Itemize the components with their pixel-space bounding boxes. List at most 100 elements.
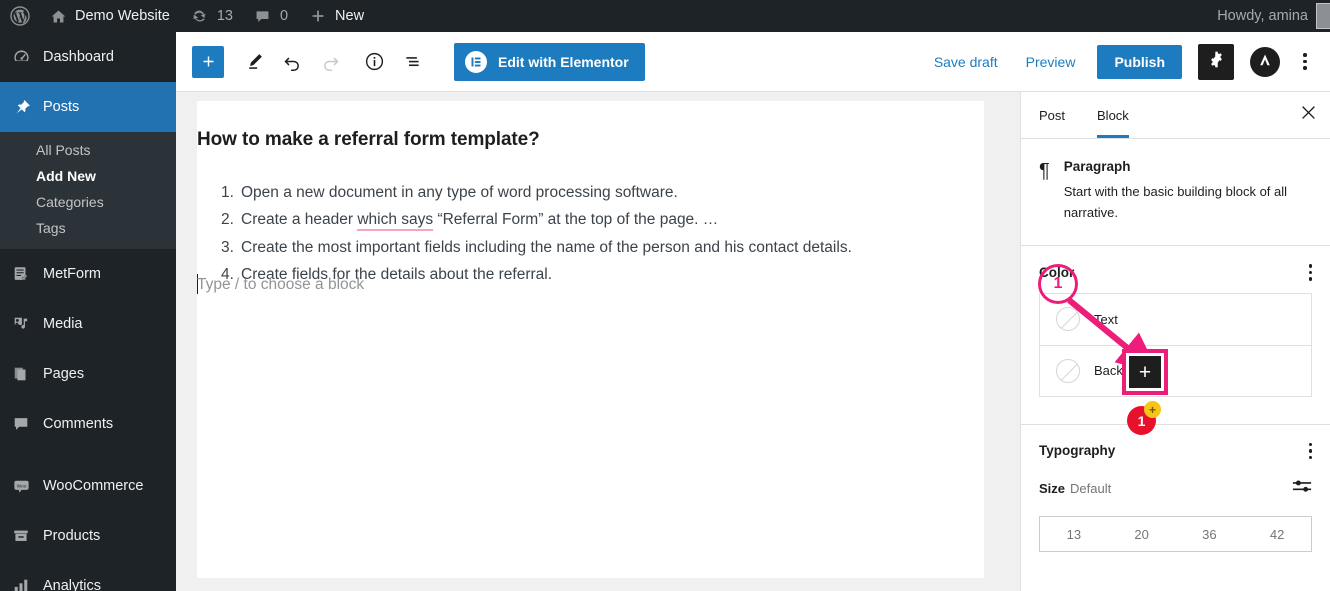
save-draft-button[interactable]: Save draft: [922, 46, 1010, 78]
tab-block[interactable]: Block: [1081, 92, 1145, 138]
annotation-badge-plus: +: [1148, 402, 1156, 417]
sidebar-item-label: Comments: [43, 416, 114, 432]
aioseo-button[interactable]: [1250, 46, 1280, 77]
sidebar-item-analytics[interactable]: Analytics: [0, 561, 176, 591]
editor-header: Edit with Elementor Save draft Preview P…: [176, 32, 1330, 92]
sidebar-item-tags[interactable]: Tags: [0, 215, 176, 241]
list-item[interactable]: 2. Create a header which says “Referral F…: [221, 206, 852, 233]
font-size-row: Size Default: [1021, 471, 1330, 505]
media-icon: [11, 314, 31, 334]
paragraph-icon: ¶: [1039, 160, 1050, 182]
annotation-step-1-circle: 1: [1038, 264, 1078, 304]
font-size-preset-small[interactable]: 13: [1040, 527, 1108, 542]
sidebar-tabs: Post Block: [1021, 92, 1330, 139]
block-info-card: ¶ Paragraph Start with the basic buildin…: [1021, 139, 1330, 247]
wordpress-logo-button[interactable]: [0, 0, 38, 32]
list-item-text-post: “Referral Form” at the top of the page. …: [433, 211, 719, 229]
font-size-preset-huge[interactable]: 42: [1243, 527, 1311, 542]
font-size-value: Default: [1070, 480, 1112, 496]
gear-icon: [1207, 50, 1226, 74]
new-content-button[interactable]: New: [298, 0, 374, 32]
comments-icon: [253, 6, 273, 26]
updates-icon: [190, 6, 210, 26]
comments-icon: [11, 414, 31, 434]
typography-section-title: Typography: [1039, 443, 1116, 459]
sidebar-item-woocommerce[interactable]: Woo WooCommerce: [0, 461, 176, 511]
list-item-number: 3.: [221, 238, 234, 256]
settings-button[interactable]: [1198, 43, 1234, 80]
more-options-button[interactable]: [1290, 44, 1320, 80]
tab-post[interactable]: Post: [1021, 92, 1081, 138]
color-options-vertical-dots-icon[interactable]: [1308, 264, 1312, 281]
add-block-button[interactable]: [192, 45, 224, 78]
sidebar-item-dashboard[interactable]: Dashboard: [0, 32, 176, 82]
sidebar-item-label: MetForm: [43, 266, 101, 282]
elementor-logo-icon: [465, 50, 487, 73]
list-item[interactable]: 1. Open a new document in any type of wor…: [221, 179, 852, 206]
block-editor: Edit with Elementor Save draft Preview P…: [176, 32, 1330, 591]
pin-icon: [11, 97, 31, 117]
post-canvas[interactable]: How to make a referral form template? 1.…: [197, 101, 984, 578]
annotation-step-number: 1: [1053, 275, 1063, 292]
site-name-button[interactable]: Demo Website: [38, 0, 180, 32]
empty-paragraph-placeholder[interactable]: Type / to choose a block: [197, 276, 364, 294]
sliders-icon[interactable]: [1292, 478, 1312, 498]
list-item-number: 2.: [221, 211, 234, 229]
list-item[interactable]: 3. Create the most important fields inclu…: [221, 234, 852, 261]
preview-button[interactable]: Preview: [1014, 46, 1088, 78]
undo-button[interactable]: [274, 44, 310, 80]
woocommerce-icon: Woo: [11, 476, 31, 496]
sidebar-item-label: Pages: [43, 366, 85, 382]
close-icon: [1301, 105, 1316, 125]
avatar[interactable]: [1316, 3, 1330, 29]
sidebar-item-products[interactable]: Products: [0, 511, 176, 561]
editor-header-right: Save draft Preview Publish: [922, 43, 1330, 80]
edit-with-elementor-label: Edit with Elementor: [498, 53, 629, 70]
font-size-preset-large[interactable]: 36: [1176, 527, 1244, 542]
sidebar-item-label: WooCommerce: [43, 478, 144, 494]
sidebar-item-pages[interactable]: Pages: [0, 349, 176, 399]
sidebar-item-posts[interactable]: Posts: [0, 82, 184, 132]
site-name-label: Demo Website: [75, 8, 170, 24]
sidebar-item-comments[interactable]: Comments: [0, 399, 176, 449]
typography-options-vertical-dots-icon[interactable]: [1308, 442, 1312, 460]
plus-icon[interactable]: +: [1129, 356, 1161, 388]
list-view-button[interactable]: [394, 44, 430, 80]
comments-count: 0: [279, 8, 289, 24]
updates-button[interactable]: 13: [180, 0, 243, 32]
ordered-list-block[interactable]: 1. Open a new document in any type of wor…: [221, 179, 852, 289]
admin-bar: Demo Website 13 0 New Howdy, amina: [0, 0, 1330, 32]
annotation-badge-number: 1: [1137, 412, 1146, 429]
howdy-label[interactable]: Howdy, amina: [1217, 8, 1316, 24]
aioseo-logo-icon: [1257, 52, 1273, 72]
redo-button[interactable]: [312, 44, 348, 80]
details-info-button[interactable]: [356, 44, 392, 80]
page-title[interactable]: How to make a referral form template?: [197, 129, 984, 151]
sidebar-item-media[interactable]: Media: [0, 299, 176, 349]
list-item-number: 1.: [221, 184, 234, 201]
vertical-dots-icon: [1303, 53, 1307, 70]
font-size-presets: 13 20 36 42: [1039, 516, 1312, 553]
tools-pencil-button[interactable]: [236, 44, 272, 80]
sidebar-item-categories[interactable]: Categories: [0, 189, 176, 215]
sidebar-item-all-posts[interactable]: All Posts: [0, 137, 176, 163]
edit-with-elementor-button[interactable]: Edit with Elementor: [454, 42, 645, 81]
close-sidebar-button[interactable]: [1286, 92, 1330, 138]
sidebar-item-label: Products: [43, 528, 101, 544]
sidebar-item-metform[interactable]: MetForm: [0, 249, 176, 299]
annotation-badge-plus-icon: +: [1144, 401, 1161, 418]
comments-button[interactable]: 0: [243, 0, 298, 32]
dashboard-icon: [11, 47, 31, 67]
font-size-label: Size: [1039, 480, 1066, 496]
publish-button[interactable]: Publish: [1097, 44, 1182, 79]
posts-submenu: All Posts Add New Categories Tags: [0, 132, 176, 249]
block-inserter-highlight[interactable]: +: [1122, 349, 1168, 395]
list-item-text: Open a new document in any type of word …: [241, 184, 678, 201]
menu-divider: [0, 449, 176, 461]
admin-bar-right: Howdy, amina: [1217, 3, 1330, 29]
font-size-preset-normal[interactable]: 20: [1108, 527, 1176, 542]
editor-header-left: Edit with Elementor: [176, 42, 645, 81]
plus-icon: [308, 6, 328, 26]
typography-section-header: Typography: [1021, 425, 1330, 472]
sidebar-item-add-new[interactable]: Add New: [0, 163, 176, 189]
